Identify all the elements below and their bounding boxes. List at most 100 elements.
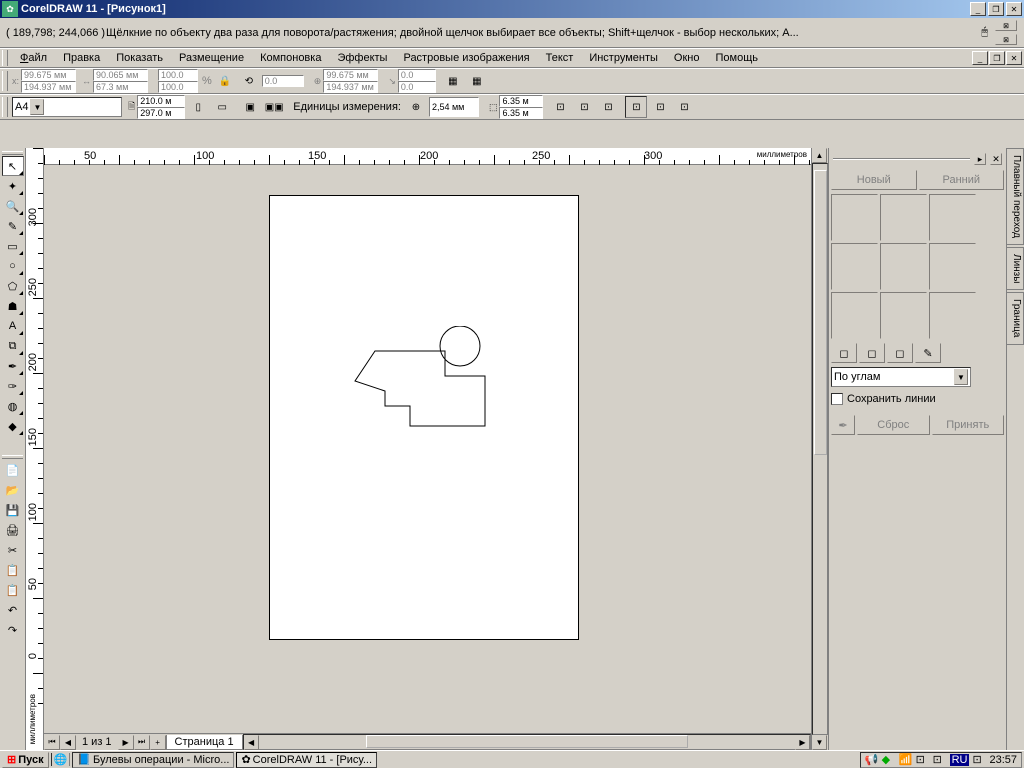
- snap-button-1[interactable]: ⊡: [549, 96, 571, 118]
- reset-button[interactable]: Сброс: [857, 415, 930, 435]
- apply-button[interactable]: Принять: [932, 415, 1005, 435]
- menu-tools[interactable]: Инструменты: [581, 50, 666, 66]
- mapping-mode-select[interactable]: По углам ▼: [831, 367, 971, 387]
- mdi-close[interactable]: ✕: [1006, 51, 1022, 65]
- palette-none-fill[interactable]: ⊠: [995, 20, 1017, 31]
- shape-tool[interactable]: ✦: [2, 176, 24, 196]
- scale-y[interactable]: 100.0: [158, 81, 198, 93]
- snap-button-4[interactable]: ⊡: [625, 96, 647, 118]
- snap-button-5[interactable]: ⊡: [649, 96, 671, 118]
- page-width[interactable]: 210.0 м: [137, 95, 185, 107]
- taskbar-item-corel[interactable]: ✿ CorelDRAW 11 - [Рису...: [236, 752, 377, 768]
- tray-icon-4[interactable]: ⊡: [916, 753, 930, 767]
- aux-tool-9[interactable]: ↷: [2, 620, 24, 640]
- docker-close-button[interactable]: ✕: [990, 153, 1002, 165]
- portrait-button[interactable]: ▯: [187, 96, 209, 118]
- snap-button-3[interactable]: ⊡: [597, 96, 619, 118]
- basic-shapes-tool[interactable]: ☗: [2, 296, 24, 316]
- docker-tab-border[interactable]: Граница: [1007, 292, 1024, 344]
- blend-tool[interactable]: ⧉: [2, 336, 24, 356]
- aux-tool-5[interactable]: ✂: [2, 540, 24, 560]
- system-tray[interactable]: 📢 ◆ 📶 ⊡ ⊡ RU ⊡ 23:57: [860, 752, 1022, 768]
- vertical-scrollbar[interactable]: ▲ ▼: [811, 148, 828, 750]
- menu-grip[interactable]: [2, 50, 8, 66]
- menu-file[interactable]: Файл: [12, 50, 55, 66]
- skew-y[interactable]: 0.0: [398, 81, 436, 93]
- outline-tool[interactable]: ✑: [2, 376, 24, 396]
- snap-button-2[interactable]: ⊡: [573, 96, 595, 118]
- menu-view[interactable]: Показать: [108, 50, 171, 66]
- scale-x[interactable]: 100.0: [158, 69, 198, 81]
- size-w[interactable]: 90.065 мм: [93, 69, 148, 81]
- pos-y[interactable]: 194.937 мм: [21, 81, 76, 93]
- keep-lines-checkbox[interactable]: Сохранить линии: [831, 393, 1004, 405]
- text-tool[interactable]: A: [2, 316, 24, 336]
- horizontal-scrollbar[interactable]: ◀ ▶: [243, 734, 811, 750]
- close-button[interactable]: ✕: [1006, 2, 1022, 16]
- dup-y[interactable]: 6.35 м: [499, 107, 543, 119]
- quicklaunch-icon[interactable]: 🌐: [54, 753, 68, 766]
- new-envelope-button[interactable]: Новый: [831, 170, 917, 190]
- early-envelope-button[interactable]: Ранний: [919, 170, 1005, 190]
- first-page-button[interactable]: ⏮: [44, 735, 60, 750]
- landscape-button[interactable]: ▭: [211, 96, 233, 118]
- palette-none-outline[interactable]: ⊠: [995, 34, 1017, 45]
- maximize-button[interactable]: ❐: [988, 2, 1004, 16]
- aux-tool-4[interactable]: 🖨: [2, 520, 24, 540]
- scroll-down-button[interactable]: ▼: [812, 735, 827, 750]
- eyedropper-tool[interactable]: ✒: [2, 356, 24, 376]
- toolbox2-grip[interactable]: [2, 455, 23, 459]
- snap-button-6[interactable]: ⊡: [673, 96, 695, 118]
- apply-button[interactable]: ▦: [442, 70, 464, 92]
- menu-layout[interactable]: Размещение: [171, 50, 252, 66]
- tray-icon-1[interactable]: 📢: [865, 753, 879, 767]
- center-x[interactable]: 99.675 мм: [323, 69, 378, 81]
- menu-text[interactable]: Текст: [538, 50, 582, 66]
- prev-page-button[interactable]: ◀: [60, 735, 76, 750]
- tray-icon-5[interactable]: ⊡: [933, 753, 947, 767]
- scroll-left-button[interactable]: ◀: [244, 735, 259, 750]
- menu-arrange[interactable]: Компоновка: [252, 50, 329, 66]
- units-icon[interactable]: ⊕: [405, 96, 427, 118]
- interactive-fill-tool[interactable]: ◆: [2, 416, 24, 436]
- canvas[interactable]: [44, 165, 811, 733]
- tray-icon-3[interactable]: 📶: [899, 753, 913, 767]
- center-y[interactable]: 194.937 мм: [323, 81, 378, 93]
- eyedropper-button[interactable]: ✒: [831, 415, 855, 435]
- env-mode-2[interactable]: ◻: [859, 343, 885, 363]
- rotate-icon[interactable]: ⟲: [238, 70, 260, 92]
- tray-icon-6[interactable]: ⊡: [972, 753, 986, 767]
- zoom-tool[interactable]: 🔍: [2, 196, 24, 216]
- polygon-tool[interactable]: ⬠: [2, 276, 24, 296]
- aux-tool-7[interactable]: 📋: [2, 580, 24, 600]
- menu-bitmaps[interactable]: Растровые изображения: [395, 50, 537, 66]
- next-page-button[interactable]: ▶: [118, 735, 134, 750]
- docker-tab-lens[interactable]: Линзы: [1007, 247, 1024, 290]
- docker-collapse-button[interactable]: ▸: [974, 153, 986, 165]
- mdi-minimize[interactable]: _: [972, 51, 988, 65]
- mdi-restore[interactable]: ❐: [989, 51, 1005, 65]
- taskbar-item-word[interactable]: 📘 Булевы операции - Micro...: [72, 752, 234, 768]
- start-button[interactable]: ⊞ Пуск: [2, 752, 49, 768]
- env-mode-3[interactable]: ◻: [887, 343, 913, 363]
- env-mode-1[interactable]: ◻: [831, 343, 857, 363]
- aux-tool-3[interactable]: 💾: [2, 500, 24, 520]
- clock[interactable]: 23:57: [989, 754, 1017, 766]
- propbar1-grip[interactable]: [2, 71, 8, 91]
- aux-tool-6[interactable]: 📋: [2, 560, 24, 580]
- pick-tool[interactable]: ↖: [2, 156, 24, 176]
- drawn-shape[interactable]: [350, 326, 510, 436]
- options-button[interactable]: ▦: [466, 70, 488, 92]
- menu-help[interactable]: Помощь: [707, 50, 766, 66]
- menu-edit[interactable]: Правка: [55, 50, 108, 66]
- aux-tool-8[interactable]: ↶: [2, 600, 24, 620]
- fill-tool[interactable]: ◍: [2, 396, 24, 416]
- tray-icon-2[interactable]: ◆: [882, 753, 896, 767]
- menu-window[interactable]: Окно: [666, 50, 708, 66]
- page-tab[interactable]: Страница 1: [166, 735, 243, 750]
- size-h[interactable]: 67.3 мм: [93, 81, 148, 93]
- nudge[interactable]: 2,54 мм: [429, 97, 479, 117]
- toolbox-grip[interactable]: [2, 151, 23, 155]
- scroll-right-button[interactable]: ▶: [795, 735, 810, 750]
- paper-size-combo[interactable]: A4 ▼: [12, 97, 122, 117]
